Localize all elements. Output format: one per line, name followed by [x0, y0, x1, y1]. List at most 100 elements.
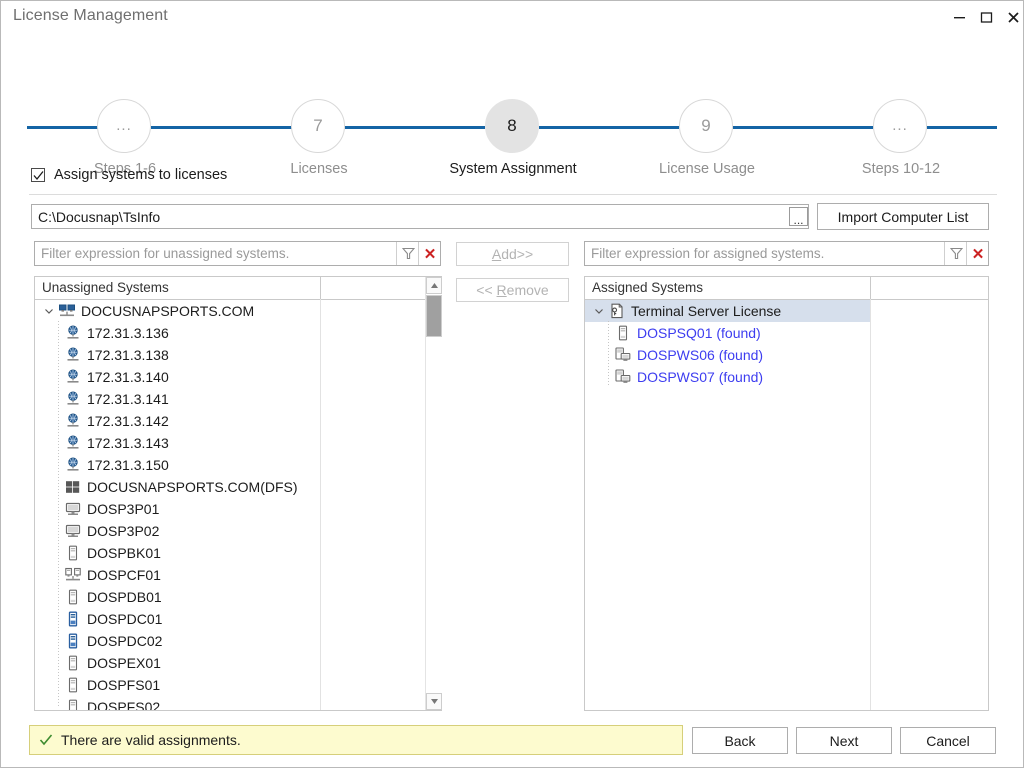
clear-filter-icon[interactable]: ✕: [418, 242, 441, 265]
funnel-icon[interactable]: [396, 242, 419, 265]
add-button[interactable]: Add>>: [456, 242, 569, 266]
tree-item-label: DOSPWS07 (found): [637, 369, 764, 385]
tree-item[interactable]: DOSPBK01: [35, 542, 441, 564]
tree-item[interactable]: DOSPEX01: [35, 652, 441, 674]
assign-systems-label: Assign systems to licenses: [54, 167, 228, 183]
network-host-icon: [63, 413, 83, 429]
server-icon: [63, 677, 83, 693]
unassigned-systems-header[interactable]: Unassigned Systems: [35, 277, 441, 300]
step-number: 7: [313, 116, 323, 135]
scrollbar-thumb[interactable]: [426, 295, 442, 337]
tree-item-label: 172.31.3.141: [87, 391, 169, 407]
step-circle: 9: [679, 99, 733, 153]
tree-item-label: 172.31.3.138: [87, 347, 169, 363]
tree-item[interactable]: 172.31.3.136: [35, 322, 441, 344]
unassigned-systems-tree[interactable]: DOCUSNAPSPORTS.COM 172.31.3.136 172.31.3.1…: [35, 300, 441, 710]
funnel-icon[interactable]: [944, 242, 967, 265]
tree-item-label: Terminal Server License: [631, 303, 782, 319]
assigned-filter-input[interactable]: Filter expression for assigned systems. …: [584, 241, 989, 266]
tsinfo-path-input[interactable]: C:\Docusnap\TsInfo: [31, 204, 809, 229]
browse-button[interactable]: ...: [789, 207, 808, 226]
tree-item[interactable]: DOSPCF01: [35, 564, 441, 586]
step-number: ...: [892, 117, 908, 134]
unassigned-systems-header-label: Unassigned Systems: [42, 280, 169, 295]
assigned-systems-header[interactable]: Assigned Systems: [585, 277, 988, 300]
tree-item-label: DOSPDB01: [87, 589, 162, 605]
checkmark-icon: [33, 171, 44, 181]
maximize-button[interactable]: [973, 5, 999, 29]
step-licenses[interactable]: 7 Licenses: [290, 99, 348, 177]
step-number: 9: [701, 116, 711, 135]
next-button[interactable]: Next: [796, 727, 892, 754]
workstation-icon: [63, 523, 83, 539]
tree-item[interactable]: 172.31.3.141: [35, 388, 441, 410]
tree-item[interactable]: DOCUSNAPSPORTS.COM: [35, 300, 441, 322]
import-computer-list-button[interactable]: Import Computer List: [817, 203, 989, 230]
chevron-down-icon[interactable]: [41, 306, 57, 316]
tree-item[interactable]: Terminal Server License: [585, 300, 870, 322]
unassigned-filter-input[interactable]: Filter expression for unassigned systems…: [34, 241, 441, 266]
server-icon: [63, 589, 83, 605]
server-icon: [63, 655, 83, 671]
tree-item[interactable]: DOSPWS07 (found): [585, 366, 988, 388]
network-host-icon: [63, 369, 83, 385]
tree-item[interactable]: DOSPDB01: [35, 586, 441, 608]
clear-filter-icon[interactable]: ✕: [966, 242, 989, 265]
title-bar: License Management: [1, 1, 1023, 34]
check-icon: [39, 733, 53, 747]
tree-item[interactable]: DOSPDC02: [35, 630, 441, 652]
tree-item[interactable]: 172.31.3.150: [35, 454, 441, 476]
tree-item-label: 172.31.3.143: [87, 435, 169, 451]
tree-item[interactable]: DOSP3P01: [35, 498, 441, 520]
step-1-6[interactable]: ... Steps 1-6: [94, 99, 156, 177]
tree-item-label: 172.31.3.142: [87, 413, 169, 429]
terminal-server-icon: [613, 369, 633, 385]
minimize-button[interactable]: [946, 5, 972, 29]
tree-item-label: DOSP3P01: [87, 501, 160, 517]
assign-systems-checkbox-row[interactable]: Assign systems to licenses: [31, 165, 227, 185]
tree-item[interactable]: 172.31.3.143: [35, 432, 441, 454]
cancel-button[interactable]: Cancel: [900, 727, 996, 754]
tree-item[interactable]: 172.31.3.140: [35, 366, 441, 388]
chevron-down-icon[interactable]: [591, 306, 607, 316]
tree-item-label: DOSPFS02: [87, 699, 161, 711]
tree-item[interactable]: DOSPFS02: [35, 696, 441, 711]
tree-item[interactable]: DOSPFS01: [35, 674, 441, 696]
column-separator[interactable]: [320, 277, 321, 299]
dc-server-icon: [63, 611, 83, 627]
remove-button[interactable]: << Remove: [456, 278, 569, 302]
tree-item-label: 172.31.3.150: [87, 457, 169, 473]
stepper-rail-4: [539, 126, 679, 129]
stepper-rail-1: [27, 126, 107, 129]
tree-item-label: DOSPWS06 (found): [637, 347, 764, 363]
assign-systems-checkbox[interactable]: [31, 168, 45, 182]
tree-item[interactable]: DOCUSNAPSPORTS.COM(DFS): [35, 476, 441, 498]
back-button[interactable]: Back: [692, 727, 788, 754]
step-caption: System Assignment: [449, 161, 577, 177]
tree-item[interactable]: 172.31.3.142: [35, 410, 441, 432]
tree-item[interactable]: DOSPDC01: [35, 608, 441, 630]
stepper-rail-3: [345, 126, 485, 129]
tree-item-label: DOSPDC01: [87, 611, 163, 627]
step-system-assignment[interactable]: 8 System Assignment: [449, 99, 577, 177]
terminal-server-icon: [613, 347, 633, 363]
tree-item[interactable]: DOSP3P02: [35, 520, 441, 542]
scroll-down-button[interactable]: [426, 693, 442, 710]
network-host-icon: [63, 391, 83, 407]
tree-item[interactable]: 172.31.3.138: [35, 344, 441, 366]
step-10-12[interactable]: ... Steps 10-12: [862, 99, 940, 177]
column-separator[interactable]: [870, 277, 871, 299]
license-management-window: License Management ... Steps 1-6 7 Licen…: [0, 0, 1024, 768]
assigned-systems-tree[interactable]: Terminal Server License DOSPSQ01 (found) D…: [585, 300, 988, 710]
tree-item[interactable]: DOSPWS06 (found): [585, 344, 988, 366]
workstation-icon: [63, 501, 83, 517]
scroll-up-button[interactable]: [426, 277, 442, 294]
stepper-rail-5: [733, 126, 873, 129]
tree-item[interactable]: DOSPSQ01 (found): [585, 322, 988, 344]
network-host-icon: [63, 325, 83, 341]
server-icon: [63, 699, 83, 710]
step-license-usage[interactable]: 9 License Usage: [659, 99, 755, 177]
close-button[interactable]: [1000, 5, 1024, 29]
step-caption: License Usage: [659, 161, 755, 177]
unassigned-systems-scrollbar[interactable]: [425, 277, 442, 710]
